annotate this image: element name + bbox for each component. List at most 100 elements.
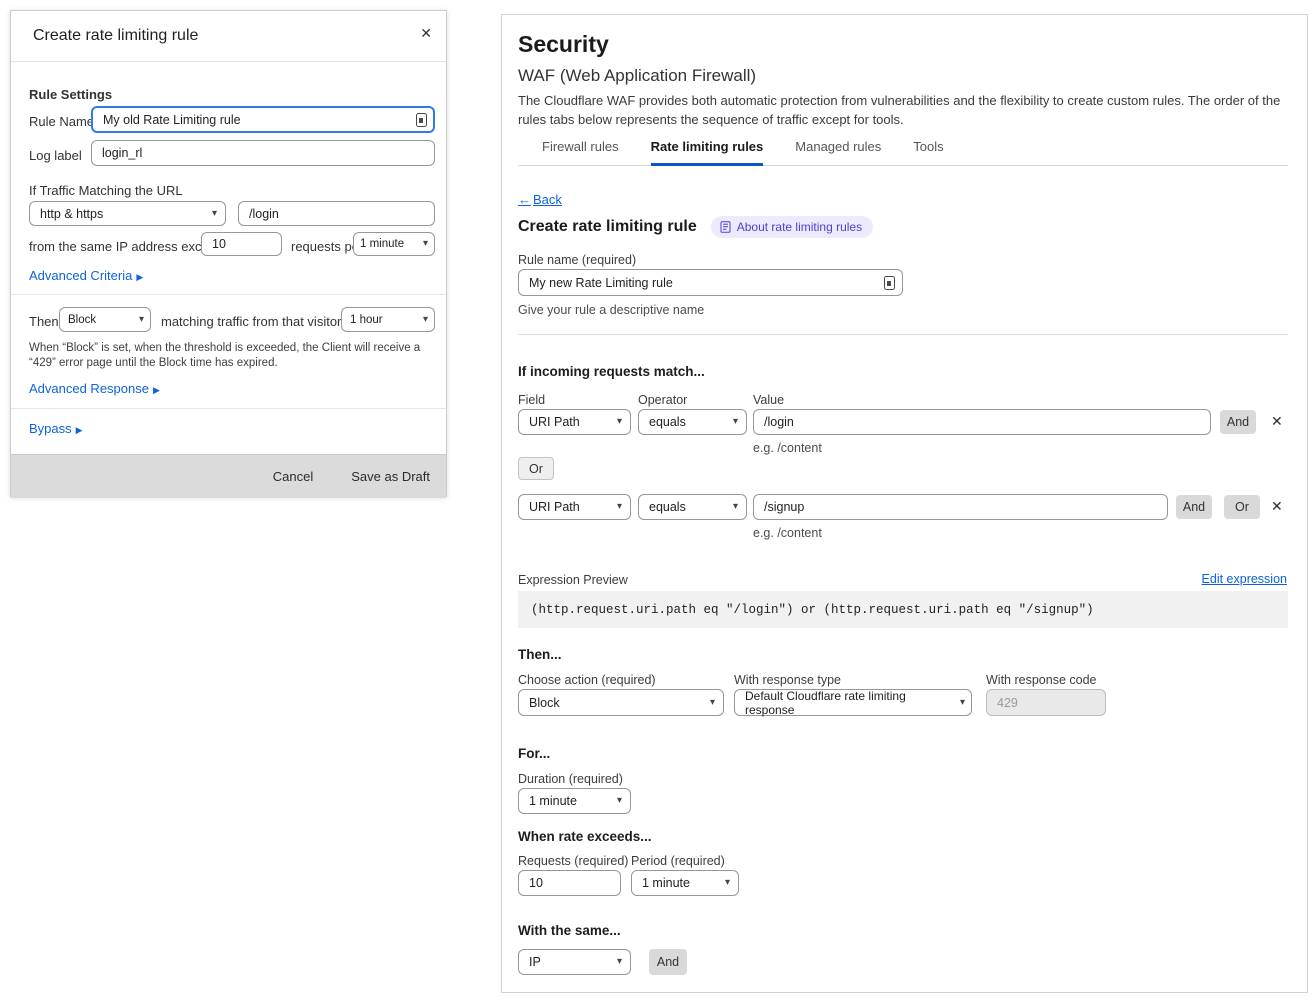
autofill-icon [416, 113, 427, 127]
add-characteristic-and-button[interactable]: And [649, 949, 687, 975]
operator-select[interactable]: equals ▾ [638, 409, 747, 435]
and-button[interactable]: And [1220, 410, 1256, 434]
rule-settings-heading: Rule Settings [29, 87, 112, 102]
response-type-label: With response type [734, 673, 841, 687]
url-input[interactable] [238, 201, 435, 226]
arrow-left-icon: ← [518, 192, 531, 207]
duration-label: Duration (required) [518, 772, 623, 786]
bypass-link[interactable]: Bypass▶ [29, 421, 83, 436]
value-input[interactable] [753, 409, 1211, 435]
back-link[interactable]: ←Back [518, 192, 562, 207]
chevron-right-icon: ▶ [153, 385, 160, 395]
page-title: Security [518, 31, 609, 58]
about-rate-limiting-badge[interactable]: About rate limiting rules [711, 216, 873, 238]
chevron-down-icon: ▾ [960, 698, 965, 708]
chevron-down-icon: ▾ [423, 315, 428, 325]
chevron-down-icon: ▾ [423, 239, 428, 249]
tab-rate-limiting-rules[interactable]: Rate limiting rules [651, 139, 764, 166]
requests-field-wrap [201, 232, 282, 256]
chevron-down-icon: ▾ [139, 315, 144, 325]
block-duration-select[interactable]: 1 hour ▾ [341, 307, 435, 332]
value-field-wrap [753, 409, 1211, 435]
header-divider [11, 61, 446, 62]
response-type-select[interactable]: Default Cloudflare rate limiting respons… [734, 689, 972, 716]
chevron-right-icon: ▶ [136, 272, 143, 282]
chevron-down-icon: ▾ [617, 796, 622, 806]
document-icon [720, 221, 731, 233]
rule-name-field-wrap [518, 269, 903, 296]
expression-preview-box: (http.request.uri.path eq "/login") or (… [518, 591, 1288, 628]
operator-column-label: Operator [638, 393, 687, 407]
divider [518, 334, 1288, 335]
match-section-title: If incoming requests match... [518, 364, 705, 379]
exceeds-prefix-label: from the same IP address exceeds [29, 239, 230, 254]
edit-expression-link[interactable]: Edit expression [1202, 572, 1287, 586]
save-draft-button[interactable]: Save as Draft [351, 469, 430, 484]
chevron-down-icon: ▾ [733, 502, 738, 512]
chevron-down-icon: ▾ [733, 417, 738, 427]
close-icon[interactable]: ✕ [420, 25, 432, 42]
log-field-wrap [91, 140, 435, 166]
action-select[interactable]: Block ▾ [59, 307, 151, 332]
duration-select[interactable]: 1 minute ▾ [518, 788, 631, 814]
legacy-rate-limit-dialog: Create rate limiting rule ✕ Rule Setting… [10, 10, 447, 497]
field-column-label: Field [518, 393, 545, 407]
tab-firewall-rules[interactable]: Firewall rules [542, 139, 619, 166]
then-section-title: Then... [518, 647, 562, 662]
tab-managed-rules[interactable]: Managed rules [795, 139, 881, 166]
requests-input[interactable] [518, 870, 621, 896]
rate-period-select[interactable]: 1 minute ▾ [631, 870, 739, 896]
cancel-button[interactable]: Cancel [273, 469, 313, 484]
dialog-footer: Cancel Save as Draft [11, 454, 446, 498]
chevron-down-icon: ▾ [710, 698, 715, 708]
advanced-criteria-link[interactable]: Advanced Criteria▶ [29, 268, 143, 283]
value-help: e.g. /content [753, 441, 822, 455]
page-subtitle: WAF (Web Application Firewall) [518, 66, 756, 86]
expression-code: (http.request.uri.path eq "/login") or (… [531, 603, 1094, 617]
or-connector-button[interactable]: Or [518, 457, 554, 480]
value-input[interactable] [753, 494, 1168, 520]
value-help: e.g. /content [753, 526, 822, 540]
scheme-select[interactable]: http & https ▾ [29, 201, 226, 226]
tab-tools[interactable]: Tools [913, 139, 943, 166]
rule-name-label: Rule name (required) [518, 253, 636, 267]
page-description: The Cloudflare WAF provides both automat… [518, 92, 1290, 129]
response-code-field-wrap [986, 689, 1106, 716]
or-button[interactable]: Or [1224, 495, 1260, 519]
waf-security-panel: Security WAF (Web Application Firewall) … [501, 14, 1308, 993]
rule-name-help: Give your rule a descriptive name [518, 303, 704, 317]
action-select[interactable]: Block ▾ [518, 689, 724, 716]
chevron-down-icon: ▾ [725, 878, 730, 888]
field-select[interactable]: URI Path ▾ [518, 494, 631, 520]
block-note: When “Block” is set, when the threshold … [29, 341, 429, 371]
value-column-label: Value [753, 393, 784, 407]
rule-name-input[interactable] [91, 106, 435, 133]
chevron-down-icon: ▾ [212, 209, 217, 219]
and-button[interactable]: And [1176, 495, 1212, 519]
for-section-title: For... [518, 746, 550, 761]
operator-select[interactable]: equals ▾ [638, 494, 747, 520]
log-label: Log label [29, 148, 82, 163]
response-code-label: With response code [986, 673, 1096, 687]
expression-preview-label: Expression Preview [518, 573, 628, 587]
period-select[interactable]: 1 minute ▾ [353, 232, 435, 256]
requests-field-wrap [518, 870, 621, 896]
requests-input[interactable] [201, 232, 282, 256]
field-select[interactable]: URI Path ▾ [518, 409, 631, 435]
rule-name-input[interactable] [518, 269, 903, 296]
remove-row-icon[interactable]: ✕ [1271, 499, 1283, 513]
divider [11, 408, 446, 409]
characteristic-select[interactable]: IP ▾ [518, 949, 631, 975]
remove-row-icon[interactable]: ✕ [1271, 414, 1283, 428]
rule-name-label: Rule Name [29, 114, 94, 129]
then-suffix-label: matching traffic from that visitor for [161, 314, 360, 329]
waf-tabs: Firewall rules Rate limiting rules Manag… [518, 139, 1288, 166]
autofill-icon [884, 276, 895, 290]
choose-action-label: Choose action (required) [518, 673, 656, 687]
same-section-title: With the same... [518, 923, 621, 938]
url-field-wrap [238, 201, 435, 226]
traffic-match-label: If Traffic Matching the URL [29, 183, 183, 198]
advanced-response-link[interactable]: Advanced Response▶ [29, 381, 160, 396]
log-label-input[interactable] [91, 140, 435, 166]
rate-section-title: When rate exceeds... [518, 829, 652, 844]
